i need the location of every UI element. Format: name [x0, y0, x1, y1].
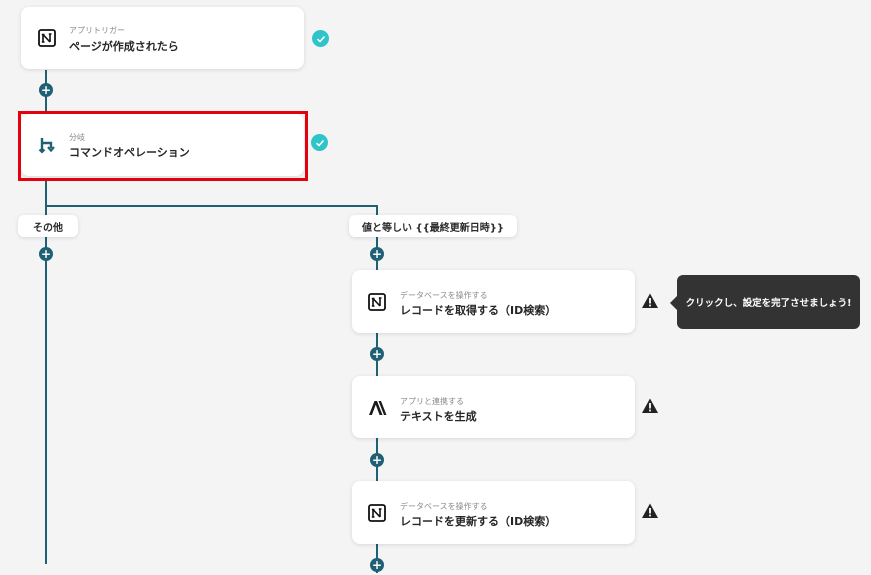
warning-icon	[641, 292, 659, 310]
branch-complete-check-icon	[311, 134, 328, 151]
notion-icon	[36, 27, 58, 49]
update-record-step-card[interactable]: データベースを操作する レコードを更新する（ID検索）	[352, 481, 635, 544]
warning-icon	[641, 502, 659, 520]
add-step-button-right-branch[interactable]: +	[370, 247, 384, 261]
get-record-step-title: レコードを取得する（ID検索）	[400, 304, 557, 317]
branch-label-other[interactable]: その他	[18, 215, 78, 237]
add-step-button-left-branch[interactable]: +	[39, 247, 53, 261]
connector-branch-horizontal	[45, 205, 378, 207]
add-step-button[interactable]: +	[39, 83, 53, 97]
update-record-step-title: レコードを更新する（ID検索）	[400, 515, 557, 528]
get-record-step-card[interactable]: データベースを操作する レコードを取得する（ID検索）	[352, 270, 635, 333]
setup-tooltip: クリックし、設定を完了させましょう!	[670, 275, 860, 329]
notion-icon	[366, 291, 388, 313]
notion-icon	[366, 502, 388, 524]
add-step-button[interactable]: +	[370, 453, 384, 467]
branch-label-condition[interactable]: 値と等しい {{最終更新日時}}	[349, 215, 517, 237]
generate-text-step-title: テキストを生成	[400, 410, 477, 423]
add-step-button[interactable]: +	[370, 558, 384, 572]
trigger-complete-check-icon	[312, 30, 329, 47]
anthropic-icon	[366, 397, 388, 419]
highlight-frame	[18, 111, 308, 181]
connector-branch-left	[45, 180, 47, 564]
get-record-step-category: データベースを操作する	[400, 291, 488, 300]
trigger-step-title: ページが作成されたら	[69, 40, 179, 53]
generate-text-step-card[interactable]: アプリと連携する テキストを生成	[352, 376, 635, 438]
warning-icon	[641, 397, 659, 415]
add-step-button[interactable]: +	[370, 347, 384, 361]
trigger-step-category: アプリトリガー	[69, 26, 125, 35]
update-record-step-category: データベースを操作する	[400, 502, 488, 511]
generate-text-step-category: アプリと連携する	[400, 397, 464, 406]
trigger-step-card[interactable]: アプリトリガー ページが作成されたら	[21, 7, 304, 69]
